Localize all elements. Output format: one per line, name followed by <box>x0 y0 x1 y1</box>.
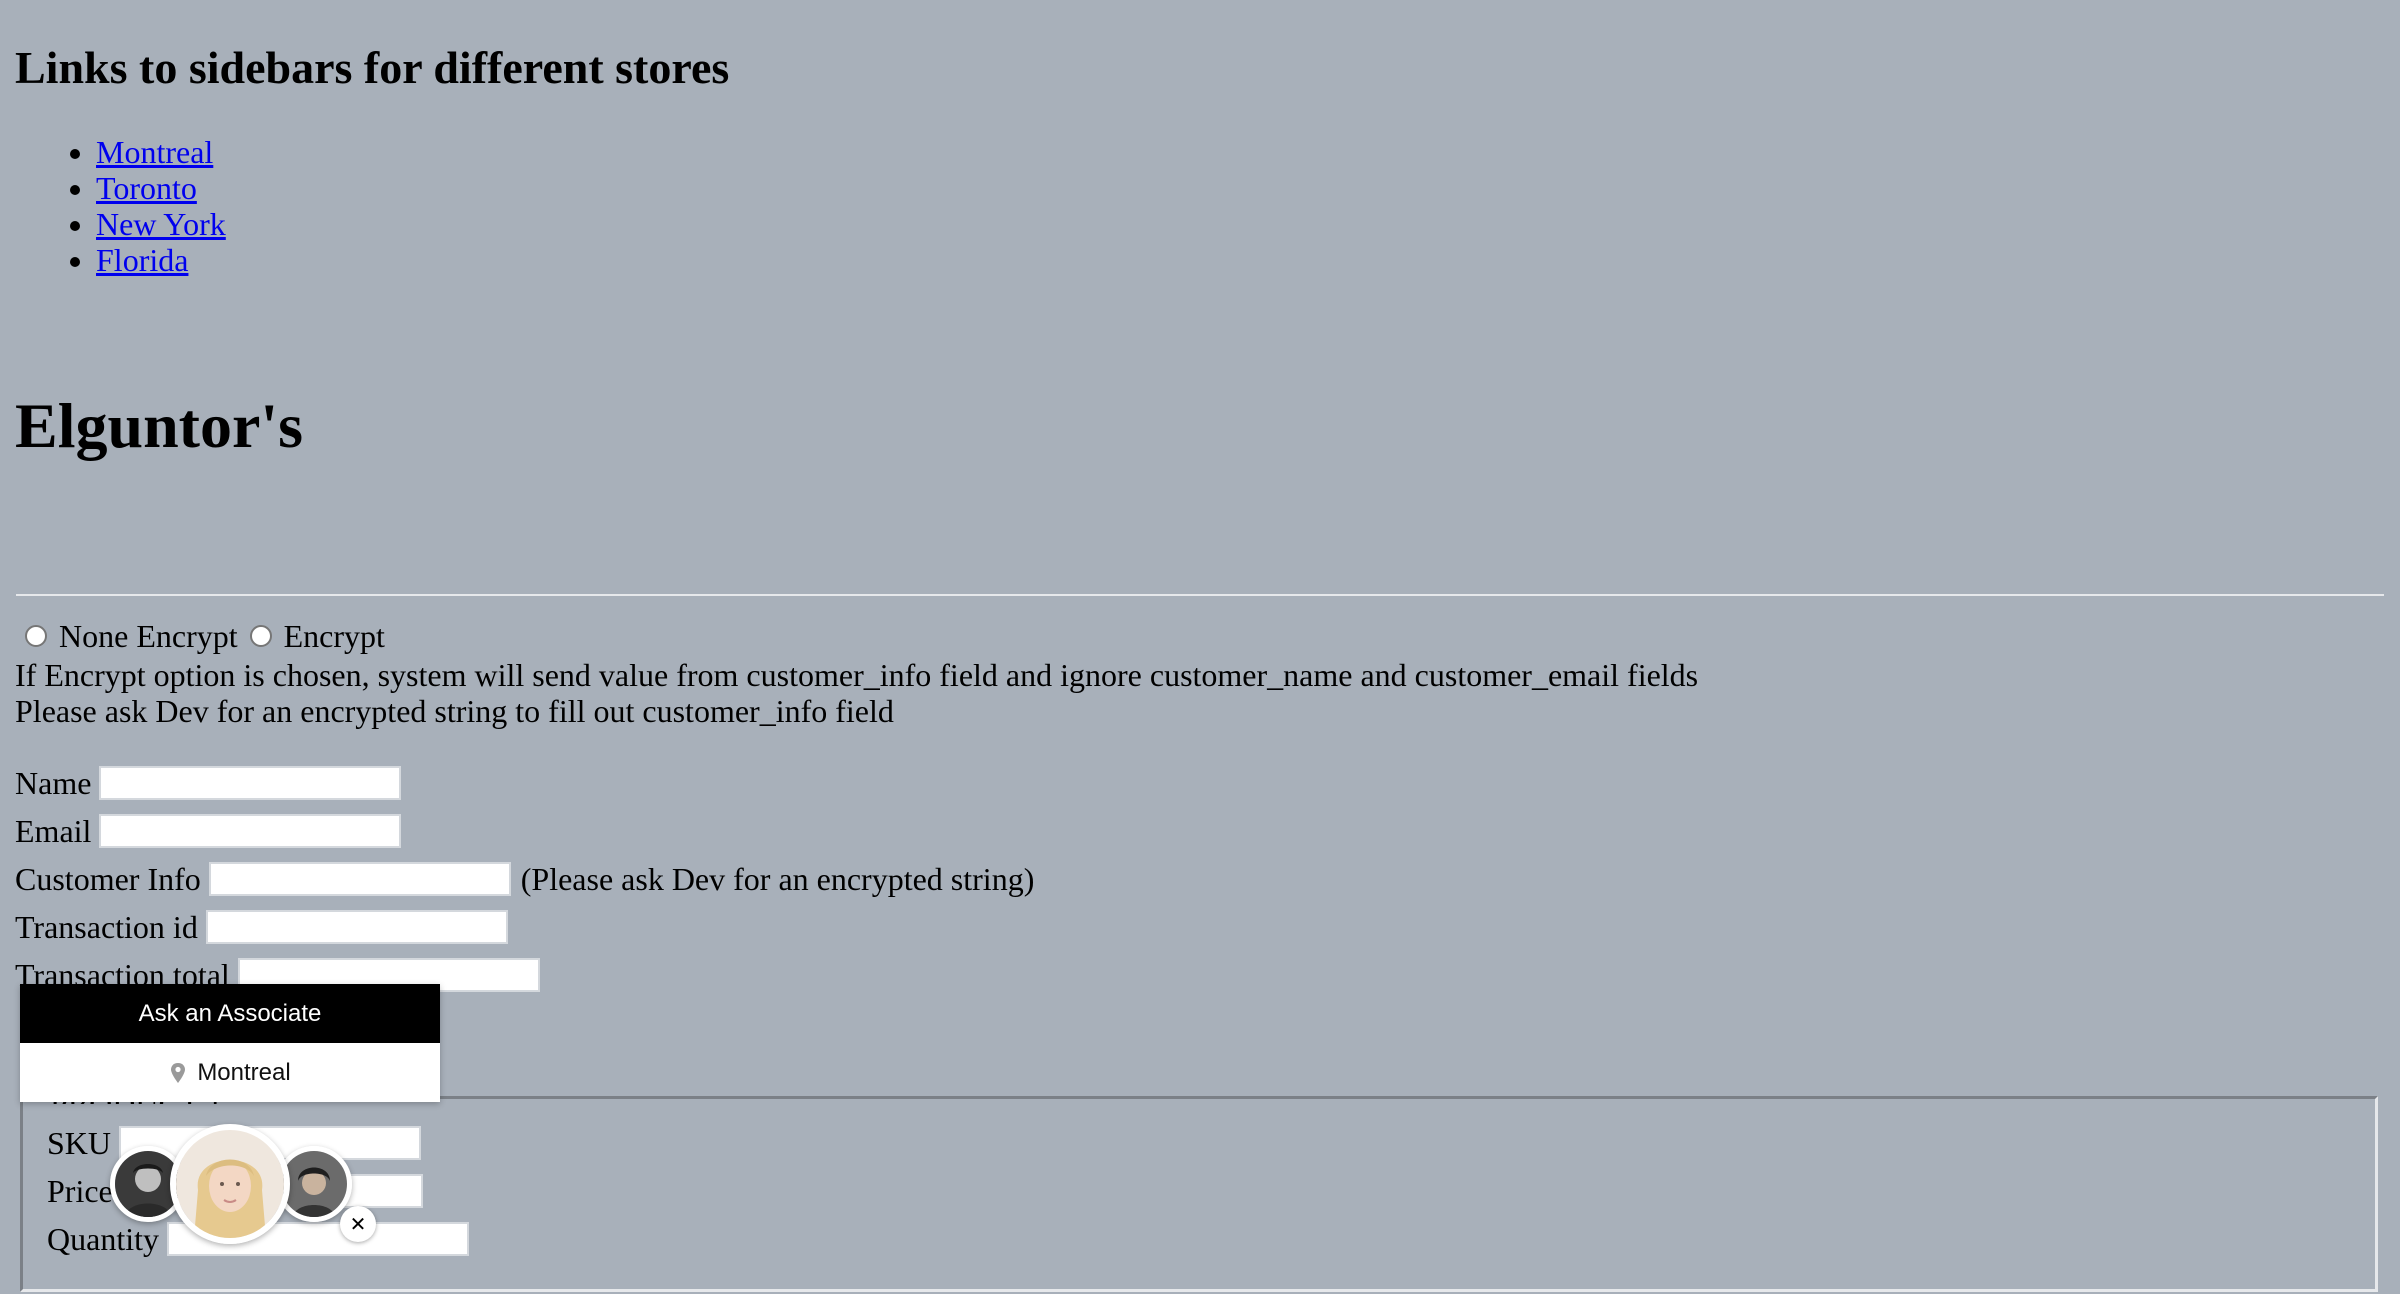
ask-associate-button[interactable]: Ask an Associate <box>20 984 440 1043</box>
name-label: Name <box>15 764 92 801</box>
links-heading: Links to sidebars for different stores <box>15 42 730 93</box>
sku-label: SKU <box>47 1124 112 1161</box>
encrypt-radio[interactable] <box>249 625 272 647</box>
price-label: Price <box>47 1172 113 1209</box>
store-link-toronto[interactable]: Toronto <box>96 170 197 206</box>
transaction-id-label: Transaction id <box>15 908 198 945</box>
list-item: Toronto <box>96 170 226 206</box>
close-widget-button[interactable]: ✕ <box>340 1206 376 1242</box>
pin-icon <box>169 1062 187 1084</box>
name-input[interactable] <box>99 766 402 800</box>
store-location[interactable]: Montreal <box>20 1043 440 1102</box>
list-item: New York <box>96 206 226 242</box>
encrypt-instruction: Please ask Dev for an encrypted string t… <box>15 693 894 729</box>
quantity-label: Quantity <box>47 1220 159 1257</box>
transaction-id-input[interactable] <box>205 910 508 944</box>
none-encrypt-label: None Encrypt <box>59 618 238 654</box>
name-row: Name <box>15 764 402 802</box>
email-input[interactable] <box>99 814 402 848</box>
transaction-id-row: Transaction id <box>15 908 508 946</box>
encrypt-note: If Encrypt option is chosen, system will… <box>15 657 1699 693</box>
email-label: Email <box>15 812 92 849</box>
list-item: Montreal <box>96 134 226 170</box>
store-link-florida[interactable]: Florida <box>96 242 188 278</box>
ask-associate-widget[interactable]: Ask an Associate Montreal <box>20 984 440 1102</box>
customer-info-label: Customer Info <box>15 860 201 897</box>
customer-info-row: Customer Info (Please ask Dev for an enc… <box>15 860 1034 898</box>
email-row: Email <box>15 812 402 850</box>
divider <box>16 594 2384 596</box>
store-location-label: Montreal <box>197 1058 291 1086</box>
store-link-new-york[interactable]: New York <box>96 206 226 242</box>
encryption-options: None Encrypt Encrypt <box>15 616 385 656</box>
brand-title: Elguntor's <box>15 390 304 461</box>
close-icon: ✕ <box>349 1212 367 1236</box>
encrypt-label: Encrypt <box>283 618 385 654</box>
customer-info-hint: (Please ask Dev for an encrypted string) <box>520 860 1035 897</box>
store-links-list: Montreal Toronto New York Florida <box>0 134 226 278</box>
store-link-montreal[interactable]: Montreal <box>96 134 213 170</box>
associate-avatar-main[interactable] <box>170 1124 290 1244</box>
none-encrypt-radio[interactable] <box>25 625 47 647</box>
list-item: Florida <box>96 242 226 278</box>
customer-info-input[interactable] <box>208 862 511 896</box>
